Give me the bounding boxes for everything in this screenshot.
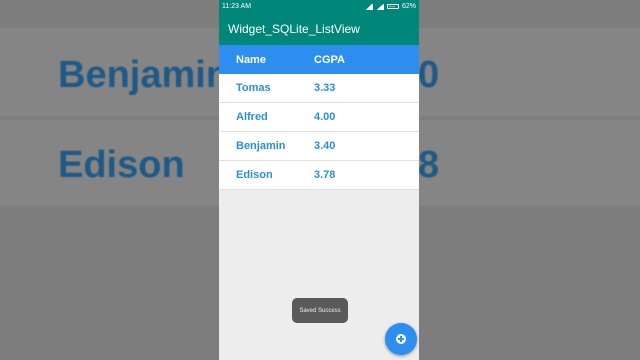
status-icons: 62% — [364, 3, 416, 10]
background-value-text: 8 — [418, 144, 440, 186]
header-cgpa: CGPA — [314, 53, 345, 66]
list-item[interactable]: Alfred 4.00 — [219, 103, 419, 132]
student-name: Alfred — [236, 111, 268, 123]
student-cgpa: 3.78 — [314, 169, 336, 181]
status-bar: 11:23 AM 62% — [219, 0, 419, 13]
status-time: 11:23 AM — [222, 3, 252, 10]
header-name: Name — [236, 53, 266, 66]
toast-message: Saved Success — [292, 298, 348, 323]
student-cgpa: 3.40 — [314, 140, 336, 152]
background-name-text: Edison — [58, 144, 185, 186]
add-button[interactable] — [385, 323, 417, 355]
battery-icon — [386, 4, 399, 9]
phone-screen: 11:23 AM 62% Widget_SQLite_ListView Name… — [219, 0, 419, 360]
background-value-text: 0 — [418, 54, 440, 96]
student-cgpa: 4.00 — [314, 111, 336, 123]
signal-icon — [364, 3, 373, 10]
list-item[interactable]: Tomas 3.33 — [219, 74, 419, 103]
student-name: Edison — [236, 169, 273, 181]
battery-percent: 62% — [401, 3, 416, 10]
student-name: Tomas — [236, 82, 271, 94]
list-item[interactable]: Benjamin 3.40 — [219, 132, 419, 161]
wifi-icon — [375, 3, 384, 10]
background-name-text: Benjamin — [58, 54, 230, 96]
app-title: Widget_SQLite_ListView — [228, 22, 360, 36]
app-bar: Widget_SQLite_ListView — [219, 13, 419, 45]
student-cgpa: 3.33 — [314, 82, 336, 94]
student-list: Tomas 3.33 Alfred 4.00 Benjamin 3.40 Edi… — [219, 74, 419, 190]
student-name: Benjamin — [236, 140, 286, 152]
add-circle-icon — [396, 334, 406, 344]
table-header: Name CGPA — [219, 45, 419, 74]
list-item[interactable]: Edison 3.78 — [219, 161, 419, 190]
